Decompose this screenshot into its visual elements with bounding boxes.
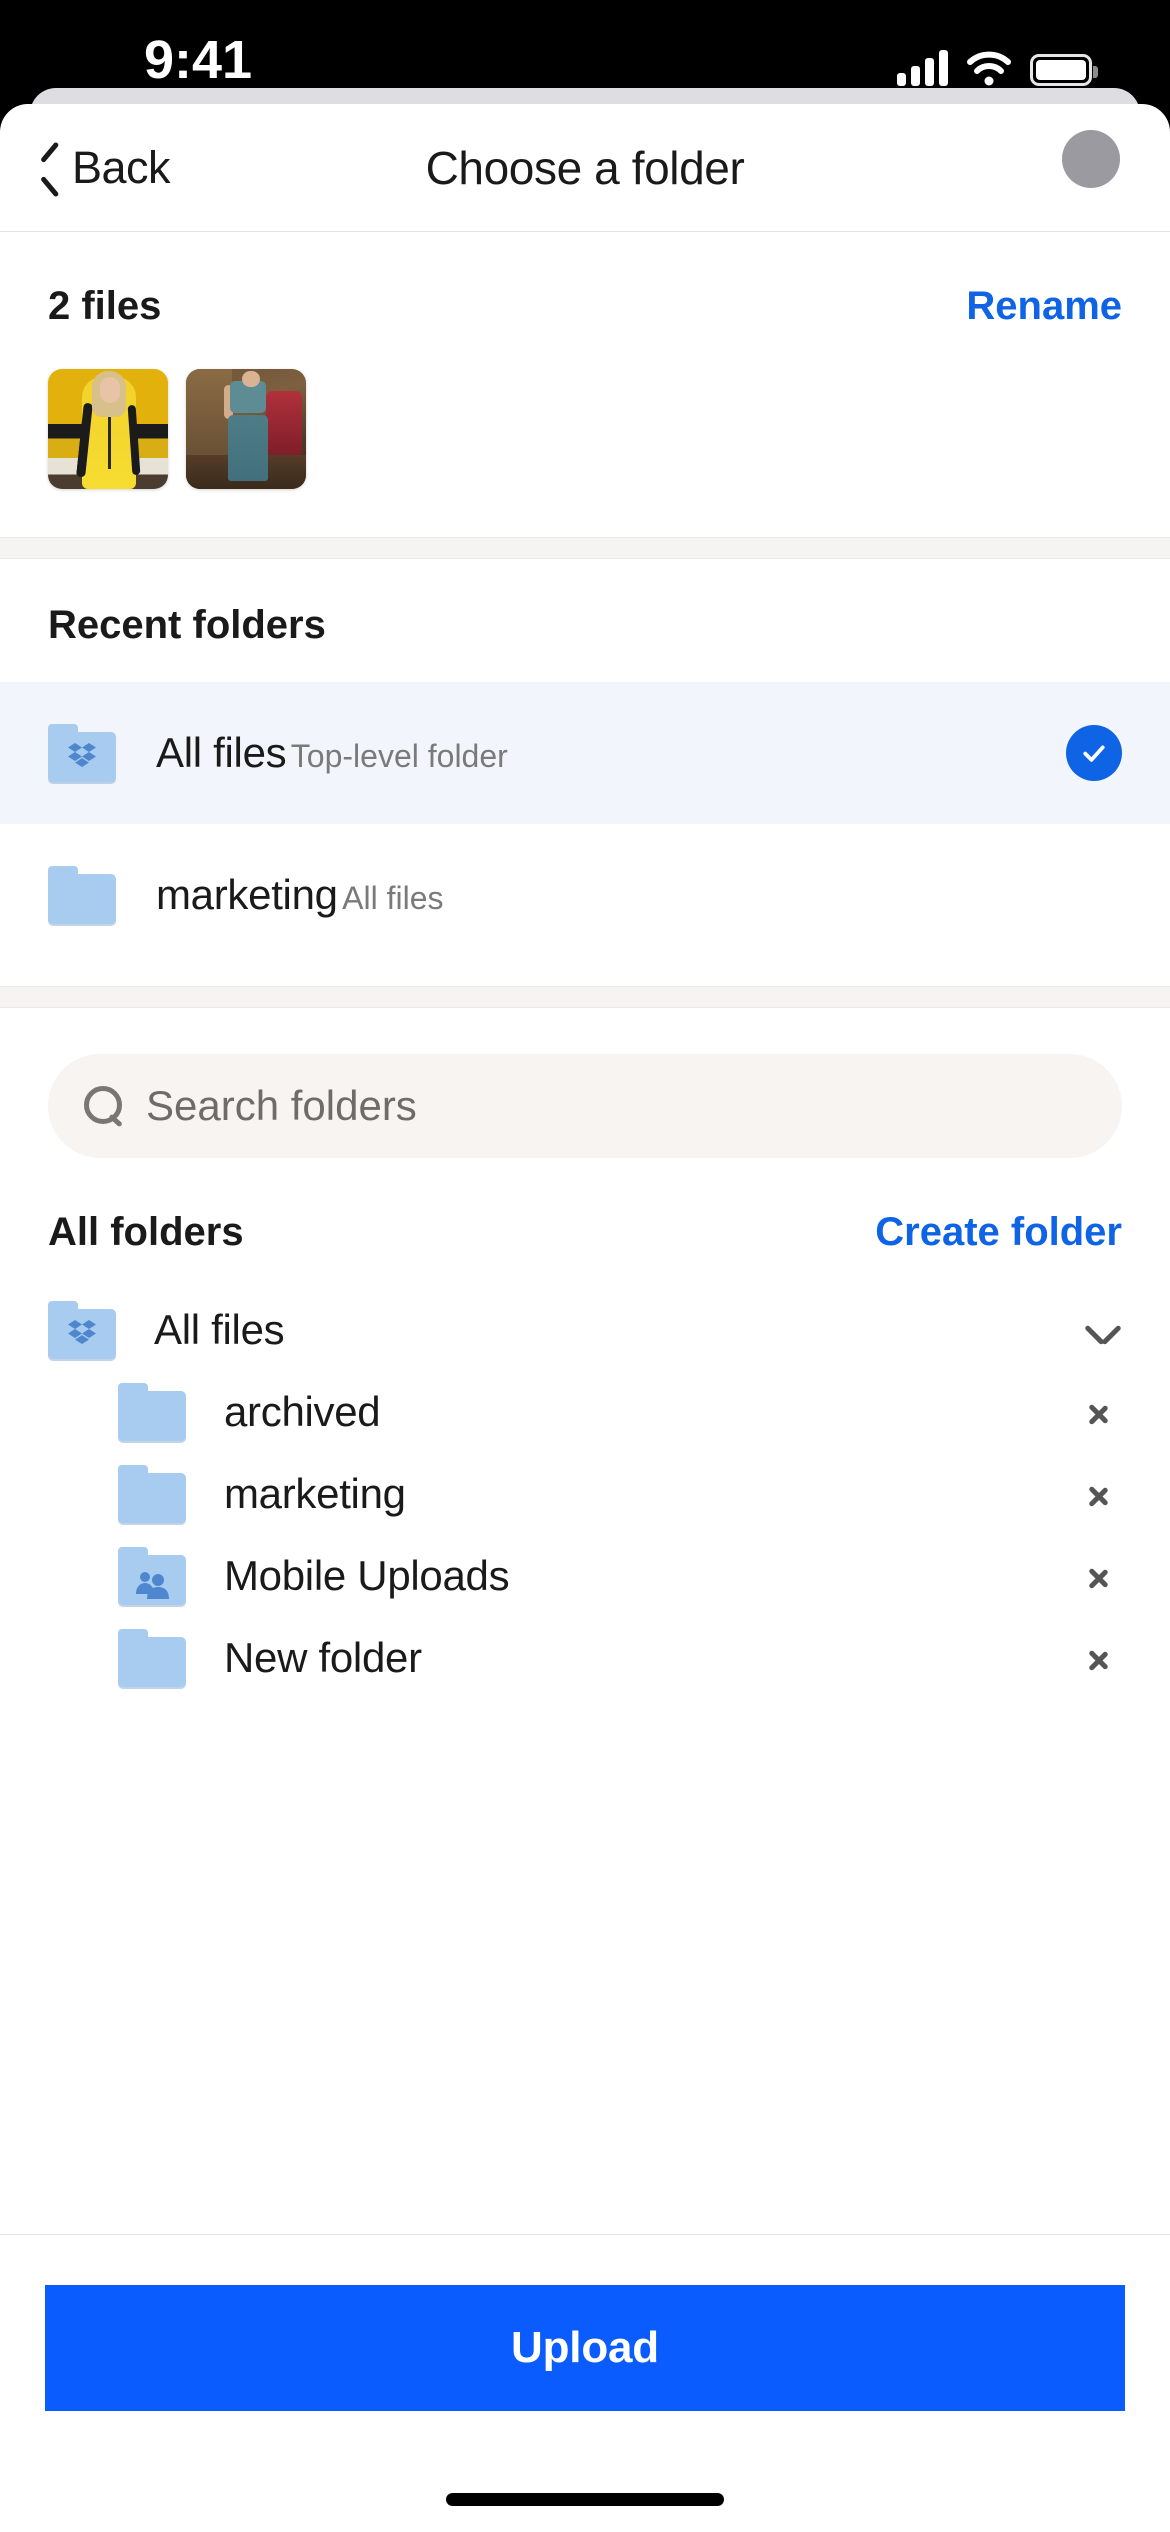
section-divider bbox=[0, 986, 1170, 1008]
tree-item-label: New folder bbox=[224, 1634, 422, 1681]
tree-row-mobile-uploads[interactable]: Mobile Uploads bbox=[0, 1535, 1170, 1617]
folder-name: All files bbox=[156, 729, 287, 776]
status-time: 9:41 bbox=[143, 30, 253, 90]
selected-files-section: 2 files Rename bbox=[0, 232, 1170, 537]
tree-row-marketing[interactable]: marketing bbox=[0, 1453, 1170, 1535]
yellow-tracksuit-photo[interactable] bbox=[48, 369, 168, 489]
dropbox-folder-icon bbox=[48, 1301, 116, 1359]
recent-folder-row-marketing[interactable]: marketing All files bbox=[0, 824, 1170, 966]
recent-folder-row-all-files[interactable]: All files Top-level folder bbox=[0, 682, 1170, 824]
tree-row-all-files[interactable]: All files bbox=[0, 1289, 1170, 1371]
folder-subtitle: All files bbox=[342, 880, 444, 916]
folder-icon bbox=[48, 866, 116, 924]
dropbox-folder-icon bbox=[48, 724, 116, 782]
chevron-right-icon[interactable] bbox=[1086, 1559, 1120, 1593]
chevron-right-icon[interactable] bbox=[1086, 1477, 1120, 1511]
upload-button[interactable]: Upload bbox=[45, 2285, 1125, 2411]
folder-tree: All files archived marketing Mobile Uplo… bbox=[0, 1289, 1170, 1699]
back-button-label: Back bbox=[72, 142, 171, 193]
folder-icon bbox=[118, 1465, 186, 1523]
rename-button[interactable]: Rename bbox=[966, 284, 1122, 329]
section-divider bbox=[0, 537, 1170, 559]
tree-item-label: marketing bbox=[224, 1470, 406, 1517]
folder-subtitle: Top-level folder bbox=[290, 738, 508, 774]
tree-item-label: archived bbox=[224, 1388, 381, 1435]
tree-item-label: All files bbox=[154, 1306, 285, 1353]
chevron-right-icon[interactable] bbox=[1086, 1641, 1120, 1675]
status-icons bbox=[897, 38, 1098, 86]
bottom-action-bar: Upload bbox=[0, 2234, 1170, 2532]
home-indicator bbox=[446, 2493, 724, 2506]
navigation-bar: Back Choose a folder bbox=[0, 104, 1170, 232]
chevron-right-icon[interactable] bbox=[1086, 1395, 1120, 1429]
all-folders-title: All folders bbox=[48, 1210, 244, 1254]
folder-icon bbox=[118, 1629, 186, 1687]
search-icon bbox=[84, 1086, 124, 1126]
files-header: 2 files Rename bbox=[48, 232, 1122, 329]
tree-row-new-folder[interactable]: New folder bbox=[0, 1617, 1170, 1699]
shared-folder-icon bbox=[118, 1547, 186, 1605]
all-folders-header: All folders Create folder bbox=[0, 1158, 1170, 1289]
back-button[interactable]: Back bbox=[36, 104, 171, 232]
chevron-left-icon bbox=[36, 146, 62, 190]
recent-folders-title: Recent folders bbox=[48, 603, 326, 647]
search-placeholder: Search folders bbox=[146, 1082, 417, 1129]
search-input[interactable]: Search folders bbox=[48, 1054, 1122, 1158]
thumbnail-strip bbox=[48, 329, 1122, 537]
file-count-label: 2 files bbox=[48, 284, 162, 328]
avatar[interactable] bbox=[1062, 130, 1120, 188]
wifi-icon bbox=[966, 50, 1012, 86]
check-circle-icon bbox=[1066, 725, 1122, 781]
teal-outfit-photo[interactable] bbox=[186, 369, 306, 489]
create-folder-button[interactable]: Create folder bbox=[875, 1210, 1122, 1255]
cellular-signal-icon bbox=[897, 50, 948, 86]
folder-picker-sheet: Back Choose a folder 2 files Rename Rece… bbox=[0, 104, 1170, 2532]
search-section: Search folders bbox=[0, 1008, 1170, 1158]
battery-icon bbox=[1030, 54, 1098, 86]
tree-row-archived[interactable]: archived bbox=[0, 1371, 1170, 1453]
chevron-down-icon[interactable] bbox=[1086, 1313, 1120, 1347]
page-title: Choose a folder bbox=[425, 142, 745, 194]
recent-folders-section: Recent folders All files Top-level folde… bbox=[0, 559, 1170, 986]
tree-item-label: Mobile Uploads bbox=[224, 1552, 510, 1599]
folder-name: marketing bbox=[156, 871, 338, 918]
phone-screen: 9:41 Back Choose a folder 2 files Rename… bbox=[0, 0, 1170, 2532]
folder-icon bbox=[118, 1383, 186, 1441]
